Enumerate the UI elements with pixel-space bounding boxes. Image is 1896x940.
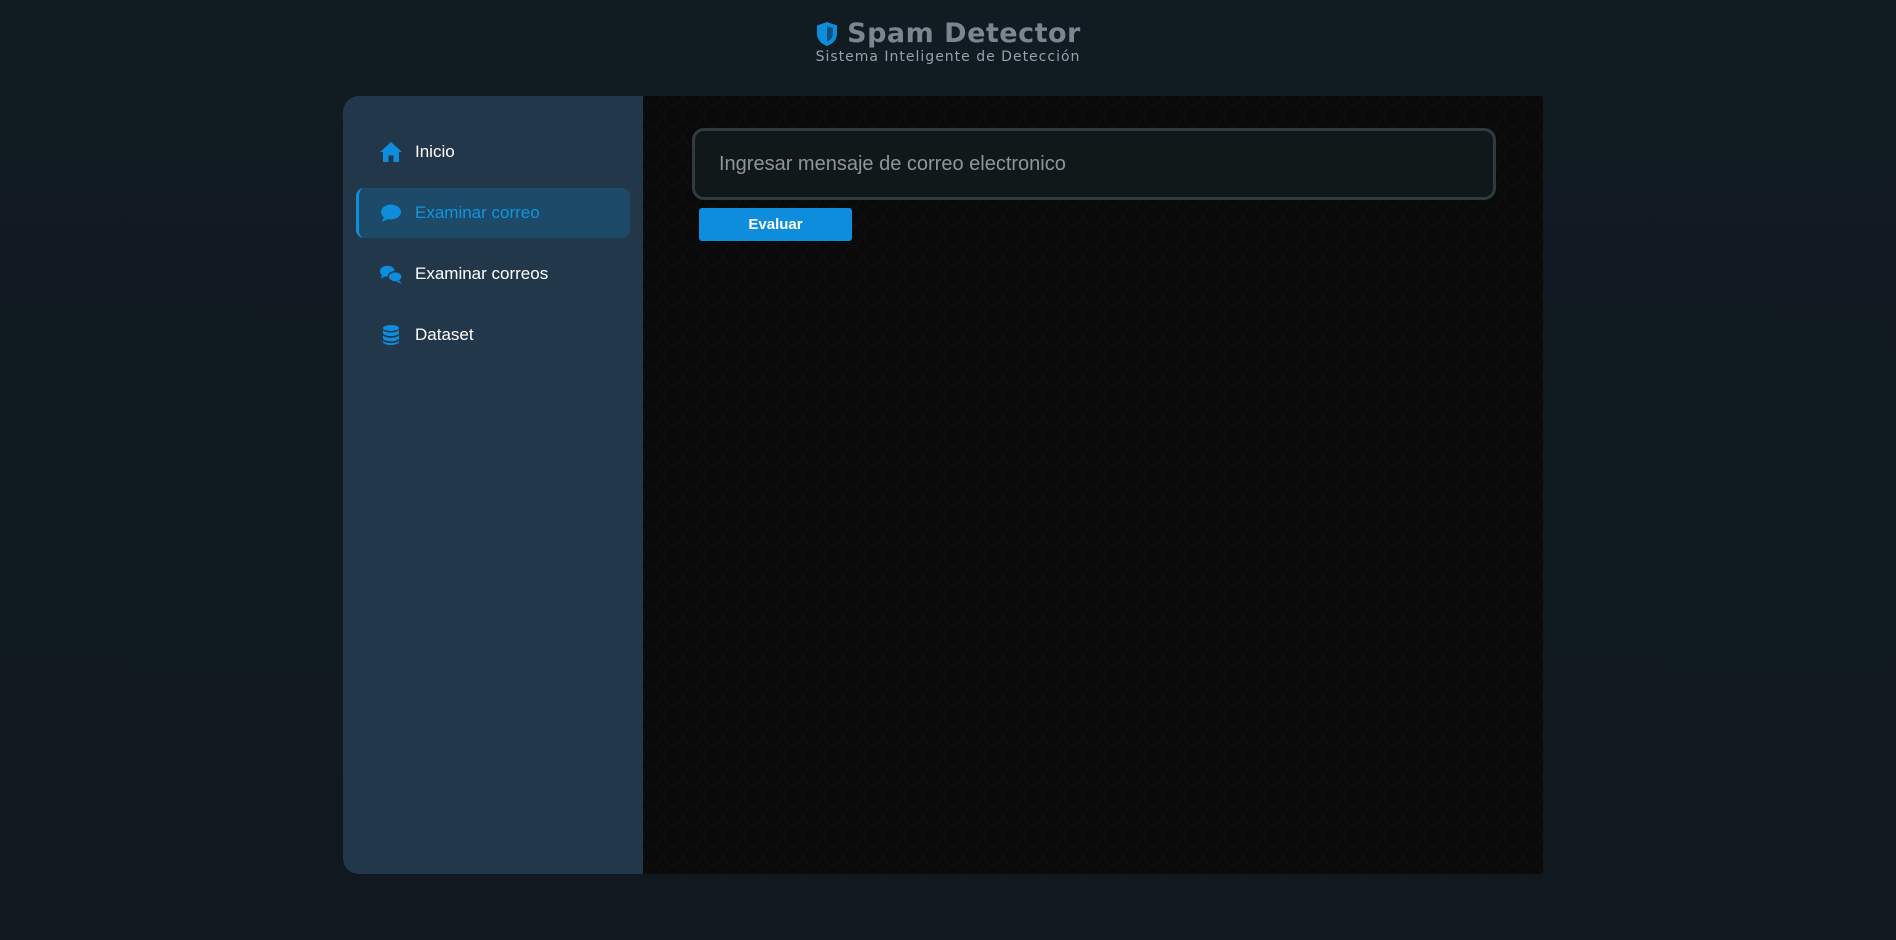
main-panel: Evaluar (643, 96, 1543, 874)
sidebar: Inicio Examinar correo Examinar correos … (343, 96, 643, 874)
database-icon (379, 323, 403, 347)
app-title: Spam Detector (847, 18, 1081, 49)
comment-icon (379, 201, 403, 225)
sidebar-item-examinar-correos[interactable]: Examinar correos (356, 249, 630, 299)
sidebar-item-dataset[interactable]: Dataset (356, 310, 630, 360)
evaluate-button[interactable]: Evaluar (699, 208, 852, 241)
sidebar-item-label: Examinar correo (415, 203, 540, 222)
sidebar-item-label: Inicio (415, 142, 455, 161)
email-message-input[interactable] (692, 128, 1496, 200)
sidebar-item-label: Examinar correos (415, 264, 549, 283)
app-header: Spam Detector Sistema Inteligente de Det… (0, 0, 1896, 90)
sidebar-item-examinar-correo[interactable]: Examinar correo (356, 188, 630, 238)
sidebar-item-label: Dataset (415, 325, 474, 344)
home-icon (379, 140, 403, 164)
comments-icon (379, 262, 403, 286)
shield-icon (815, 21, 839, 47)
app-card: Inicio Examinar correo Examinar correos … (343, 96, 1543, 874)
brand: Spam Detector (0, 18, 1896, 49)
app-subtitle: Sistema Inteligente de Detección (815, 49, 1081, 65)
sidebar-item-inicio[interactable]: Inicio (356, 127, 630, 177)
